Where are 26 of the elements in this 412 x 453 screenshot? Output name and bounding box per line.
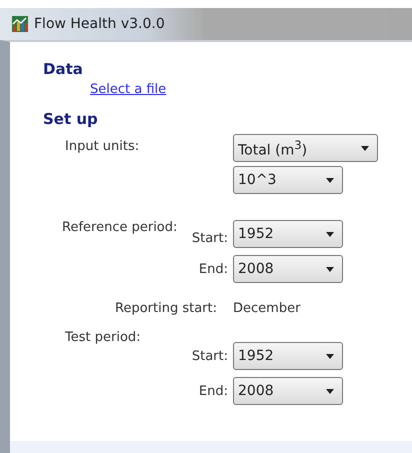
field-label: End: (198, 384, 229, 398)
dropdown[interactable]: 2008 (233, 255, 343, 283)
caret-icon (326, 232, 334, 236)
caret-icon (361, 146, 369, 150)
field-label: Test period: (64, 330, 142, 345)
field-label: Reporting start: (114, 301, 218, 316)
dropdown[interactable]: 10^3 (233, 166, 343, 194)
field-label: Start: (192, 230, 229, 246)
caret-icon (326, 178, 334, 182)
section-heading: Data (43, 60, 84, 78)
dropdown[interactable]: Total (m$^{3}$) (233, 134, 378, 162)
caret-icon (326, 354, 334, 358)
field-label: Reference period: (61, 220, 178, 235)
window-title: Flow Health v3.0.0 (34, 16, 165, 32)
chart-icon (12, 16, 28, 32)
section-heading: Set up (43, 110, 99, 128)
field-value: December (233, 301, 300, 316)
field-label: Start: (192, 348, 229, 364)
dropdown[interactable]: 2008 (233, 377, 343, 405)
field-label: Input units: (64, 138, 140, 156)
dropdown[interactable]: 1952 (233, 342, 343, 370)
select-file-link[interactable]: Select a file (90, 82, 166, 98)
caret-icon (326, 266, 334, 272)
dropdown[interactable]: 1952 (233, 220, 343, 248)
field-label: End: (198, 262, 229, 276)
caret-icon (326, 388, 334, 394)
